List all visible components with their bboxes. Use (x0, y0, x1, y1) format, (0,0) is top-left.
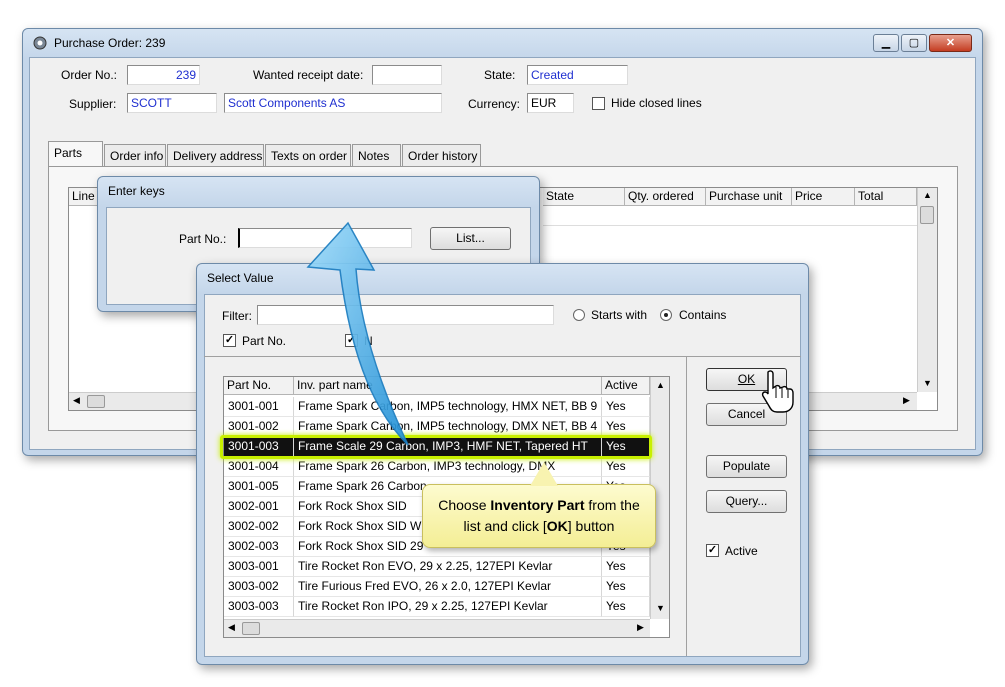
grid-col-price[interactable]: Price (792, 188, 855, 206)
hand-cursor-icon (761, 370, 794, 413)
col-part-no[interactable]: Part No. (224, 377, 294, 395)
list-hscroll-thumb[interactable] (242, 622, 260, 635)
list-item-part-no: 3001-002 (224, 417, 294, 437)
active-checkbox-label: Active (725, 544, 758, 558)
tab-parts[interactable]: Parts (48, 141, 103, 167)
starts-with-label: Starts with (591, 308, 648, 322)
tab-order-info[interactable]: Order info (104, 144, 166, 166)
minimize-button[interactable]: ▁ (873, 34, 899, 52)
select-value-title: Select Value (207, 271, 274, 285)
list-item-name: Tire Rocket Ron IPO, 29 x 2.25, 127EPI K… (294, 597, 602, 617)
grid-col-state[interactable]: State (543, 188, 625, 206)
list-item-part-no: 3001-005 (224, 477, 294, 497)
list-scroll-right-icon[interactable]: ▶ (637, 622, 644, 633)
enter-keys-title: Enter keys (108, 184, 165, 198)
list-item-part-no: 3002-002 (224, 517, 294, 537)
supplier-label: Supplier: (69, 97, 117, 111)
hide-closed-label: Hide closed lines (611, 96, 702, 110)
scroll-thumb[interactable] (920, 206, 934, 224)
instruction-callout: Choose Inventory Part from the list and … (422, 484, 656, 548)
list-item[interactable]: 3001-004 Frame Spark 26 Carbon, IMP3 tech… (224, 457, 650, 477)
grid-empty-row (543, 206, 917, 226)
list-item[interactable]: 3003-003 Tire Rocket Ron IPO, 29 x 2.25, … (224, 597, 650, 617)
currency-label: Currency: (468, 97, 521, 111)
list-item[interactable]: 3001-002 Frame Spark Carbon, IMP5 technol… (224, 417, 650, 437)
active-checkbox[interactable]: ✓ (706, 544, 719, 557)
starts-with-radio[interactable] (573, 309, 585, 321)
hide-closed-checkbox[interactable] (592, 97, 605, 110)
list-scroll-down-icon[interactable]: ▼ (656, 603, 665, 613)
list-item-part-no: 3003-001 (224, 557, 294, 577)
tab-notes[interactable]: Notes (352, 144, 401, 166)
grid-col-total[interactable]: Total (855, 188, 917, 206)
window-title: Purchase Order: 239 (54, 36, 166, 50)
list-item-active: Yes (602, 597, 650, 617)
scroll-left-arrow-icon[interactable]: ◀ (73, 395, 80, 406)
hscroll-thumb[interactable] (87, 395, 105, 408)
list-item[interactable]: 3001-001 Frame Spark Carbon, IMP5 technol… (224, 397, 650, 417)
order-no-label: Order No.: (61, 68, 118, 82)
options-divider (204, 356, 801, 357)
list-item-active: Yes (602, 417, 650, 437)
wanted-receipt-field[interactable] (372, 65, 442, 85)
grid-col-purchase-unit[interactable]: Purchase unit (706, 188, 792, 206)
list-item-active: Yes (602, 397, 650, 417)
ok-button-label: OK (737, 372, 756, 386)
query-button[interactable]: Query... (706, 490, 787, 513)
list-item-name: Tire Rocket Ron EVO, 29 x 2.25, 127EPI K… (294, 557, 602, 577)
list-item-part-no: 3002-003 (224, 537, 294, 557)
selected-row-highlight (220, 435, 652, 459)
list-item-part-no: 3003-003 (224, 597, 294, 617)
supplier-code-field[interactable]: SCOTT (127, 93, 217, 113)
list-item-part-no: 3001-004 (224, 457, 294, 477)
list-scroll-left-icon[interactable]: ◀ (228, 622, 235, 633)
part-no-label: Part No.: (179, 232, 227, 246)
scroll-right-arrow-icon[interactable]: ▶ (903, 395, 910, 406)
callout-pointer (530, 462, 558, 486)
grid-col-qty-ordered[interactable]: Qty. ordered (625, 188, 706, 206)
tab-order-history[interactable]: Order history (402, 144, 481, 166)
list-item-active: Yes (602, 557, 650, 577)
part-no-checkbox[interactable]: ✓ (223, 334, 236, 347)
scroll-up-arrow-icon[interactable]: ▲ (923, 190, 932, 200)
order-no-field[interactable]: 239 (127, 65, 200, 85)
buttons-divider (686, 357, 687, 656)
callout-text-1: Choose (438, 497, 491, 513)
list-item-part-no: 3003-002 (224, 577, 294, 597)
scroll-down-arrow-icon[interactable]: ▼ (923, 378, 932, 388)
list-item-active: Yes (602, 577, 650, 597)
callout-text-3: ] button (567, 518, 615, 534)
list-item-part-no: 3002-001 (224, 497, 294, 517)
list-button[interactable]: List... (430, 227, 511, 250)
callout-bold-2: OK (546, 518, 568, 534)
list-item[interactable]: 3003-002 Tire Furious Fred EVO, 26 x 2.0,… (224, 577, 650, 597)
state-label: State: (484, 68, 516, 82)
app-icon (32, 35, 48, 51)
wanted-receipt-label: Wanted receipt date: (253, 68, 364, 82)
currency-field[interactable]: EUR (527, 93, 574, 113)
close-button[interactable]: ✕ (929, 34, 972, 52)
curved-arrow-icon (306, 221, 409, 446)
grid-vscrollbar[interactable]: ▲ ▼ (917, 188, 937, 392)
list-item-part-no: 3001-001 (224, 397, 294, 417)
tab-texts-on-order[interactable]: Texts on order (265, 144, 351, 166)
filter-label: Filter: (222, 309, 252, 323)
contains-radio[interactable] (660, 309, 672, 321)
list-item[interactable]: 3003-001 Tire Rocket Ron EVO, 29 x 2.25, … (224, 557, 650, 577)
col-active[interactable]: Active (602, 377, 650, 395)
list-hscrollbar[interactable]: ◀ ▶ (224, 619, 650, 637)
populate-button[interactable]: Populate (706, 455, 787, 478)
list-scroll-up-icon[interactable]: ▲ (656, 380, 665, 390)
supplier-name-field: Scott Components AS (224, 93, 442, 113)
list-item-active: Yes (602, 457, 650, 477)
callout-bold-1: Inventory Part (490, 497, 585, 513)
part-no-checkbox-label: Part No. (242, 334, 287, 348)
contains-label: Contains (679, 308, 727, 322)
state-field: Created (527, 65, 628, 85)
tab-delivery-address[interactable]: Delivery address (167, 144, 264, 166)
list-item-name: Tire Furious Fred EVO, 26 x 2.0, 127EPI … (294, 577, 602, 597)
maximize-button[interactable]: ▢ (901, 34, 927, 52)
